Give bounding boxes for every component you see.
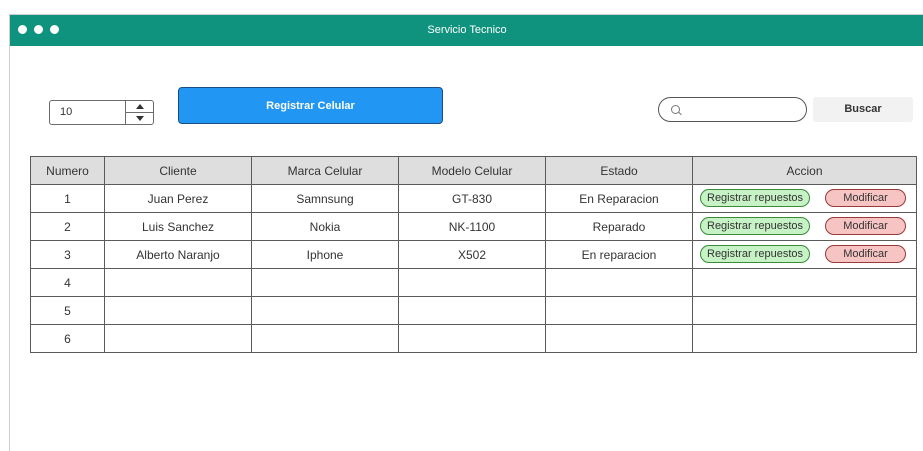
cell-numero: 1 <box>30 184 105 213</box>
cell-cliente: Alberto Naranjo <box>104 240 252 269</box>
column-header-estado: Estado <box>545 156 693 185</box>
cell-numero: 4 <box>30 268 105 297</box>
cell-modelo <box>398 268 546 297</box>
cell-marca <box>251 268 399 297</box>
cell-accion: Registrar repuestos Modificar <box>692 184 917 213</box>
register-parts-button[interactable]: Registrar repuestos <box>700 189 810 207</box>
cell-accion <box>692 324 917 353</box>
cell-modelo: GT-830 <box>398 184 546 213</box>
cell-numero: 5 <box>30 296 105 325</box>
cell-marca: Nokia <box>251 212 399 241</box>
cell-modelo <box>398 324 546 353</box>
cell-accion: Registrar repuestos Modificar <box>692 212 917 241</box>
cell-numero: 6 <box>30 324 105 353</box>
stepper-arrows <box>125 101 154 124</box>
cell-cliente <box>104 268 252 297</box>
modify-button[interactable]: Modificar <box>825 245 906 263</box>
register-phone-button[interactable]: Registrar Celular <box>178 87 443 124</box>
cell-cliente <box>104 296 252 325</box>
table-row: 4 <box>30 268 917 297</box>
table-row: 1 Juan Perez Samnsung GT-830 En Reparaci… <box>30 184 917 213</box>
cell-cliente <box>104 324 252 353</box>
chevron-down-icon[interactable] <box>126 113 154 124</box>
cell-accion <box>692 296 917 325</box>
column-header-accion: Accion <box>692 156 917 185</box>
cell-estado: Reparado <box>545 212 693 241</box>
cell-modelo: X502 <box>398 240 546 269</box>
cell-accion: Registrar repuestos Modificar <box>692 240 917 269</box>
chevron-up-icon[interactable] <box>126 101 154 113</box>
cell-numero: 3 <box>30 240 105 269</box>
cell-cliente: Luis Sanchez <box>104 212 252 241</box>
cell-modelo <box>398 296 546 325</box>
title-bar: Servicio Tecnico <box>10 15 923 46</box>
cell-cliente: Juan Perez <box>104 184 252 213</box>
search-icon <box>671 105 680 114</box>
cell-modelo: NK-1100 <box>398 212 546 241</box>
cell-accion <box>692 268 917 297</box>
app-window: Servicio Tecnico 10 Registrar Celular Bu… <box>9 14 923 451</box>
column-header-numero: Numero <box>30 156 105 185</box>
search-input[interactable] <box>685 101 804 120</box>
modify-button[interactable]: Modificar <box>825 217 906 235</box>
window-title: Servicio Tecnico <box>427 24 507 36</box>
cell-marca: Iphone <box>251 240 399 269</box>
cell-estado <box>545 268 693 297</box>
repairs-table: Numero Cliente Marca Celular Modelo Celu… <box>30 156 917 353</box>
modify-button[interactable]: Modificar <box>825 189 906 207</box>
cell-estado <box>545 296 693 325</box>
cell-estado: En Reparacion <box>545 184 693 213</box>
search-button[interactable]: Buscar <box>813 97 913 122</box>
cell-marca: Samnsung <box>251 184 399 213</box>
register-parts-button[interactable]: Registrar repuestos <box>700 217 810 235</box>
column-header-cliente: Cliente <box>104 156 252 185</box>
cell-marca <box>251 296 399 325</box>
cell-marca <box>251 324 399 353</box>
register-parts-button[interactable]: Registrar repuestos <box>700 245 810 263</box>
search-box[interactable] <box>658 97 807 122</box>
cell-estado: En reparacion <box>545 240 693 269</box>
table-row: 6 <box>30 324 917 353</box>
page-size-stepper[interactable]: 10 <box>49 100 154 125</box>
column-header-marca: Marca Celular <box>251 156 399 185</box>
table-row: 2 Luis Sanchez Nokia NK-1100 Reparado Re… <box>30 212 917 241</box>
column-header-modelo: Modelo Celular <box>398 156 546 185</box>
stepper-value[interactable]: 10 <box>60 101 72 124</box>
cell-estado <box>545 324 693 353</box>
table-row: 5 <box>30 296 917 325</box>
table-row: 3 Alberto Naranjo Iphone X502 En reparac… <box>30 240 917 269</box>
cell-numero: 2 <box>30 212 105 241</box>
table-header-row: Numero Cliente Marca Celular Modelo Celu… <box>30 156 917 185</box>
